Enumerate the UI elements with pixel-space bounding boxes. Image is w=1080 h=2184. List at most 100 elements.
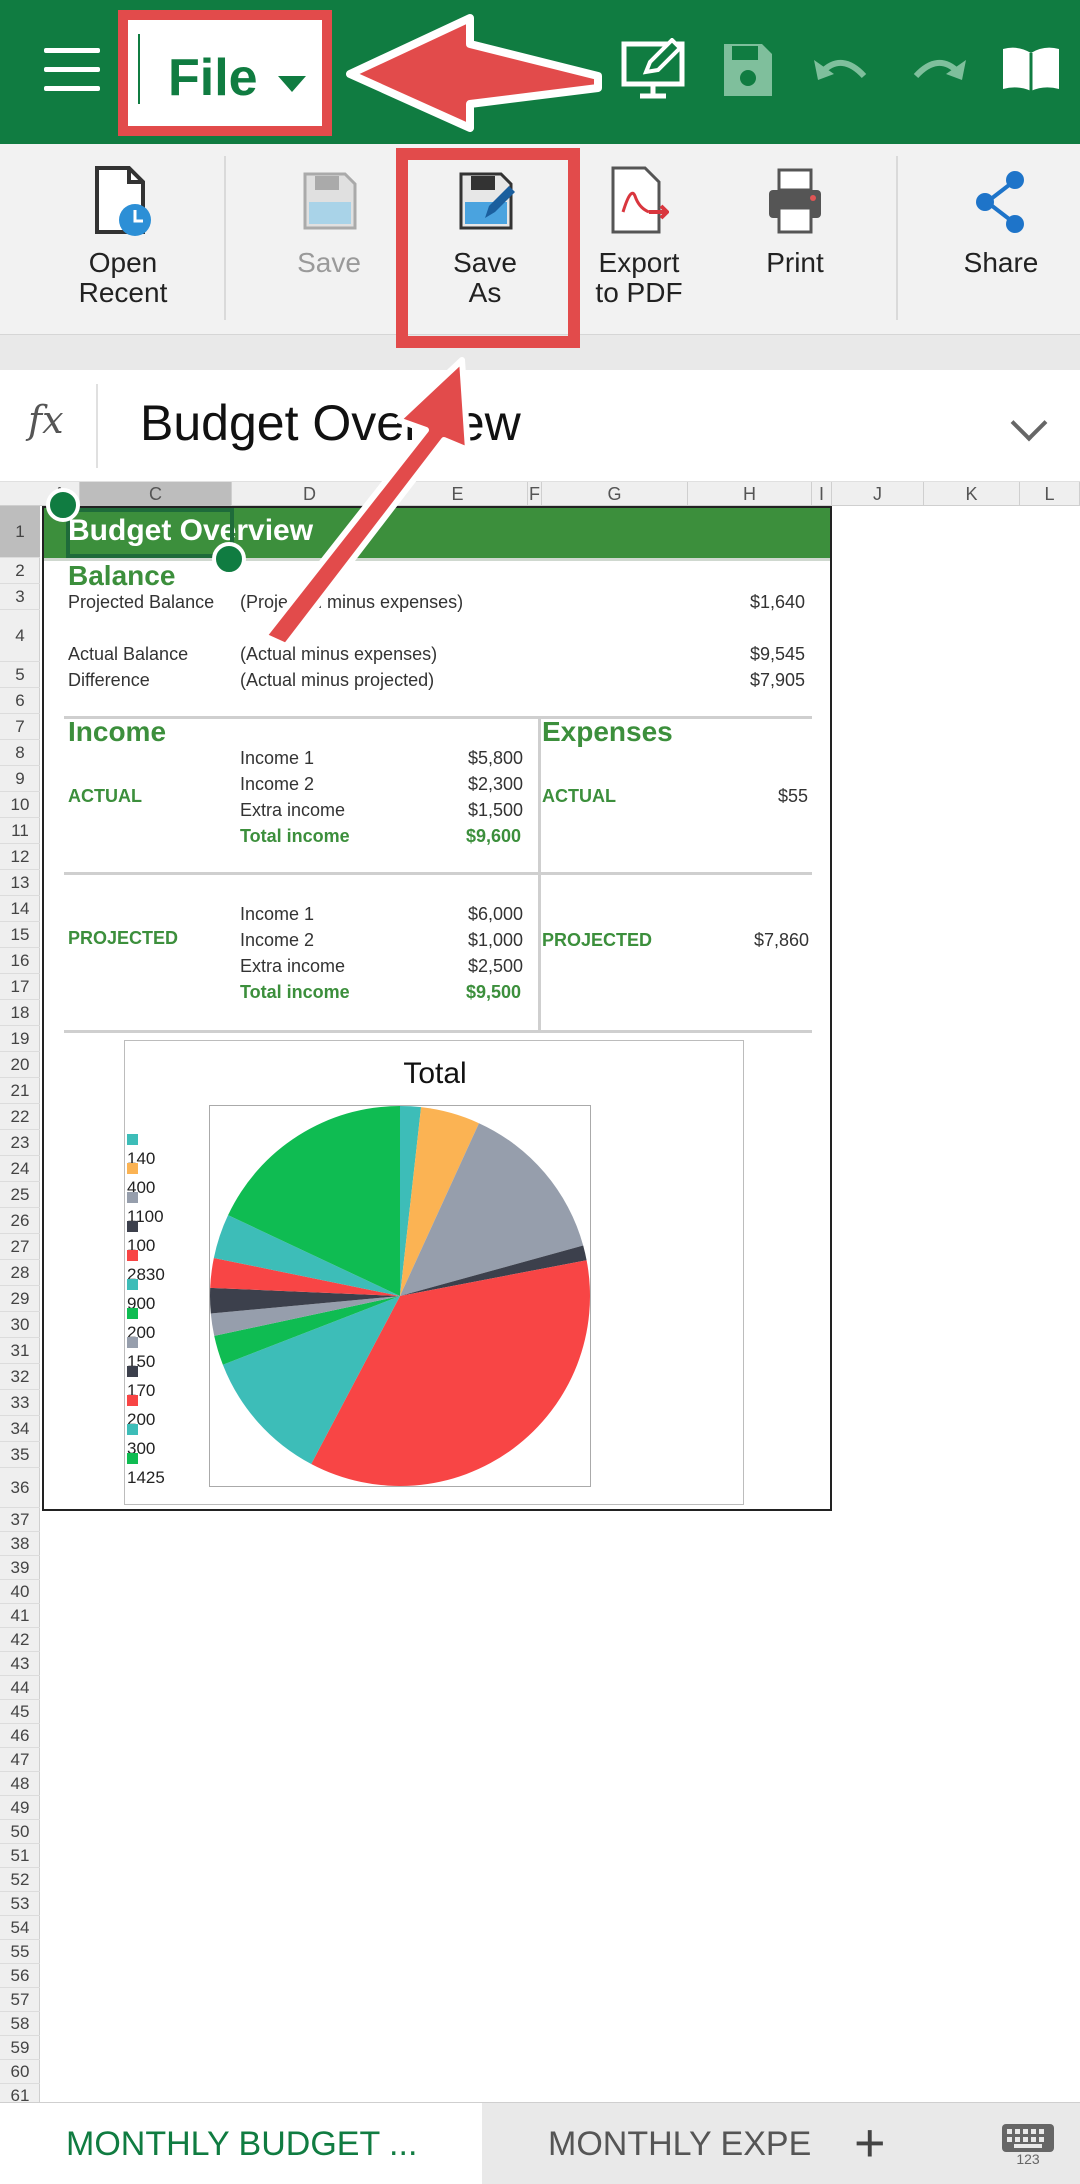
expenses-actual-value: $55 (778, 786, 809, 806)
row-header[interactable]: 42 (0, 1628, 40, 1652)
row-header[interactable]: 9 (0, 766, 40, 792)
row-header[interactable]: 23 (0, 1130, 40, 1156)
row-header[interactable]: 31 (0, 1338, 40, 1364)
row-header[interactable]: 33 (0, 1390, 40, 1416)
redo-icon[interactable] (908, 38, 968, 102)
row-header[interactable]: 32 (0, 1364, 40, 1390)
column-header[interactable]: G (542, 482, 688, 506)
row-header[interactable]: 39 (0, 1556, 40, 1580)
row-header[interactable]: 57 (0, 1988, 40, 2012)
share-button[interactable]: Share (926, 166, 1076, 278)
column-header[interactable]: J (832, 482, 924, 506)
open-recent-button[interactable]: Open Recent (48, 166, 198, 308)
book-icon[interactable] (1000, 38, 1062, 102)
row-header[interactable]: 12 (0, 844, 40, 870)
row-header[interactable]: 55 (0, 1940, 40, 1964)
save-ribbon-button[interactable]: Save (254, 166, 404, 278)
column-header[interactable]: D (232, 482, 388, 506)
legend-entry: 1425 (127, 1448, 165, 1488)
row-header[interactable]: 27 (0, 1234, 40, 1260)
row-header[interactable]: 19 (0, 1026, 40, 1052)
row-header[interactable]: 4 (0, 610, 40, 662)
row-header[interactable]: 13 (0, 870, 40, 896)
selection-handle-start[interactable] (46, 488, 80, 522)
row-header[interactable]: 1 (0, 506, 40, 558)
row-header[interactable]: 49 (0, 1796, 40, 1820)
row-header[interactable]: 14 (0, 896, 40, 922)
row-header[interactable]: 45 (0, 1700, 40, 1724)
row-header[interactable]: 16 (0, 948, 40, 974)
row-header[interactable]: 47 (0, 1748, 40, 1772)
row-header[interactable]: 30 (0, 1312, 40, 1338)
row-header[interactable]: 41 (0, 1604, 40, 1628)
selected-cell[interactable] (66, 508, 234, 558)
row-header[interactable]: 51 (0, 1844, 40, 1868)
undo-icon[interactable] (812, 38, 872, 102)
tab-monthly-expenses[interactable]: MONTHLY EXPEN (484, 2103, 814, 2184)
income-value: $2,300 (468, 774, 524, 794)
keyboard-icon[interactable]: 123 (1000, 2122, 1056, 2166)
row-header[interactable]: 26 (0, 1208, 40, 1234)
row-header[interactable]: 5 (0, 662, 40, 688)
row-header[interactable]: 35 (0, 1442, 40, 1468)
export-pdf-button[interactable]: Export to PDF (564, 166, 714, 308)
row-header[interactable]: 60 (0, 2060, 40, 2084)
row-header[interactable]: 29 (0, 1286, 40, 1312)
row-header[interactable]: 18 (0, 1000, 40, 1026)
income-label: Extra income (240, 956, 346, 976)
edit-screen-icon[interactable] (620, 38, 690, 102)
row-header[interactable]: 28 (0, 1260, 40, 1286)
selection-handle-end[interactable] (212, 542, 246, 576)
row-header[interactable]: 38 (0, 1532, 40, 1556)
row-header[interactable]: 11 (0, 818, 40, 844)
row-header[interactable]: 17 (0, 974, 40, 1000)
column-header[interactable]: K (924, 482, 1020, 506)
row-header[interactable]: 8 (0, 740, 40, 766)
row-header[interactable]: 34 (0, 1416, 40, 1442)
column-header[interactable]: E (388, 482, 528, 506)
row-header[interactable]: 3 (0, 584, 40, 610)
save-icon[interactable] (722, 38, 774, 102)
file-menu-button[interactable]: File (118, 10, 332, 136)
row-header[interactable]: 50 (0, 1820, 40, 1844)
add-sheet-button[interactable]: + (854, 2116, 886, 2170)
row-header[interactable]: 10 (0, 792, 40, 818)
formula-input[interactable]: Budget Overview (140, 394, 521, 452)
row-header[interactable]: 54 (0, 1916, 40, 1940)
row-header[interactable]: 44 (0, 1676, 40, 1700)
tab-monthly-budget[interactable]: MONTHLY BUDGET ... (0, 2103, 482, 2184)
row-header[interactable]: 56 (0, 1964, 40, 1988)
row-header[interactable]: 48 (0, 1772, 40, 1796)
legend-swatch (127, 1192, 138, 1204)
column-header[interactable]: I (812, 482, 832, 506)
row-header[interactable]: 43 (0, 1652, 40, 1676)
row-header[interactable]: 6 (0, 688, 40, 714)
print-button[interactable]: Print (720, 166, 870, 278)
column-header[interactable]: L (1020, 482, 1080, 506)
row-header[interactable]: 53 (0, 1892, 40, 1916)
row-header[interactable]: 22 (0, 1104, 40, 1130)
pie-chart[interactable]: Total 140 400 1100 100 2830 900 200 150 170 200 30… (124, 1040, 744, 1505)
legend-swatch (127, 1424, 138, 1436)
row-header[interactable]: 52 (0, 1868, 40, 1892)
row-header[interactable]: 59 (0, 2036, 40, 2060)
row-header[interactable]: 37 (0, 1508, 40, 1532)
row-header[interactable]: 15 (0, 922, 40, 948)
hamburger-icon[interactable] (44, 48, 100, 92)
row-header[interactable]: 46 (0, 1724, 40, 1748)
chevron-down-icon[interactable] (1010, 404, 1048, 442)
row-header[interactable]: 20 (0, 1052, 40, 1078)
sheet-tabs: MONTHLY BUDGET ... MONTHLY EXPEN (0, 2102, 1080, 2184)
row-header[interactable]: 21 (0, 1078, 40, 1104)
column-header[interactable]: F (528, 482, 542, 506)
row-header[interactable]: 40 (0, 1580, 40, 1604)
row-header[interactable]: 2 (0, 558, 40, 584)
row-header[interactable]: 36 (0, 1468, 40, 1508)
column-header[interactable]: C (80, 482, 232, 506)
column-header[interactable]: H (688, 482, 812, 506)
row-header[interactable]: 24 (0, 1156, 40, 1182)
row-header[interactable]: 58 (0, 2012, 40, 2036)
row-header[interactable]: 7 (0, 714, 40, 740)
row-header[interactable]: 25 (0, 1182, 40, 1208)
open-recent-icon (95, 166, 151, 236)
